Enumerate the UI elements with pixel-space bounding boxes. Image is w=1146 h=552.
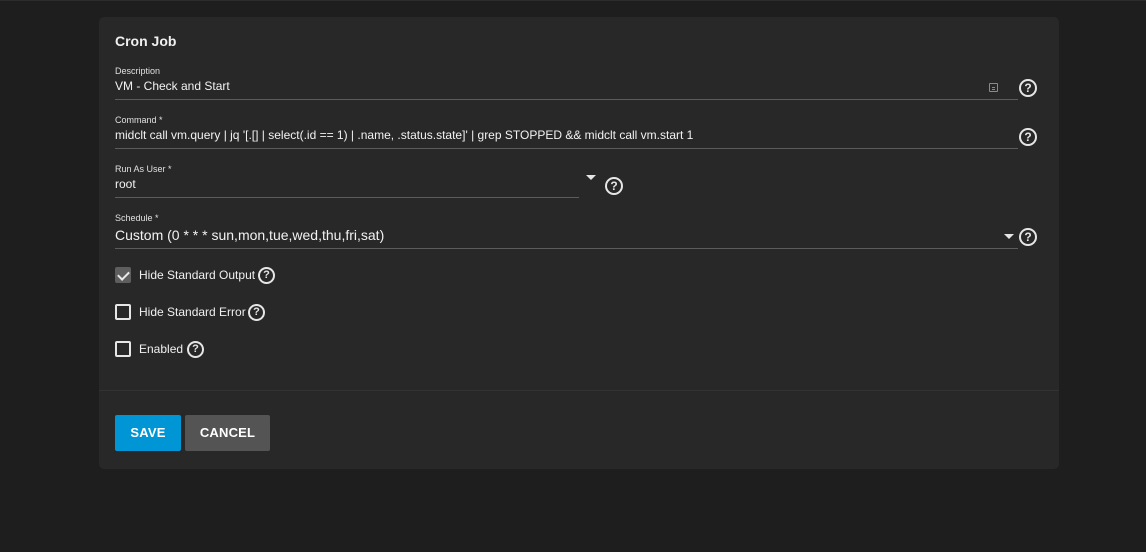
save-button[interactable]: SAVE	[115, 415, 181, 451]
description-input[interactable]: VM - Check and Start	[115, 79, 230, 93]
run-as-user-input[interactable]: root	[115, 177, 136, 191]
run-as-user-label: Run As User *	[115, 164, 172, 174]
hide-stderr-checkbox[interactable]	[115, 304, 131, 320]
description-help-icon[interactable]: ?	[1019, 79, 1037, 97]
enabled-row[interactable]: Enabled ?	[115, 341, 235, 359]
hide-stdout-label[interactable]: Hide Standard Output	[139, 268, 255, 282]
run-as-user-field[interactable]: Run As User * root ?	[115, 164, 635, 198]
hide-stderr-row[interactable]: Hide Standard Error ?	[115, 304, 295, 322]
description-underline	[115, 99, 1018, 100]
actions-divider	[99, 390, 1059, 391]
command-help-icon[interactable]: ?	[1019, 128, 1037, 146]
command-label: Command *	[115, 115, 163, 125]
command-field[interactable]: Command * midclt call vm.query | jq '[.[…	[115, 115, 1045, 149]
description-field[interactable]: Description VM - Check and Start ?	[115, 66, 1045, 100]
schedule-field[interactable]: Schedule * Custom (0 * * * sun,mon,tue,w…	[115, 213, 1045, 249]
hide-stderr-label[interactable]: Hide Standard Error	[139, 305, 246, 319]
hide-stdout-row[interactable]: Hide Standard Output ?	[115, 267, 295, 285]
schedule-underline	[115, 248, 1018, 249]
cron-job-form: Cron Job Description VM - Check and Star…	[99, 17, 1059, 469]
description-label: Description	[115, 66, 161, 76]
enabled-checkbox[interactable]	[115, 341, 131, 357]
enabled-help-icon[interactable]: ?	[187, 341, 204, 358]
enabled-label[interactable]: Enabled	[139, 342, 183, 356]
top-border	[0, 0, 1146, 1]
schedule-select[interactable]: Custom (0 * * * sun,mon,tue,wed,thu,fri,…	[115, 227, 384, 243]
schedule-dropdown-icon[interactable]	[1004, 234, 1014, 239]
hide-stdout-checkbox[interactable]	[115, 267, 131, 283]
hide-stdout-help-icon[interactable]: ?	[258, 267, 275, 284]
schedule-label: Schedule *	[115, 213, 159, 223]
schedule-help-icon[interactable]: ?	[1019, 228, 1037, 246]
command-underline	[115, 148, 1018, 149]
form-title: Cron Job	[115, 33, 177, 49]
command-input[interactable]: midclt call vm.query | jq '[.[] | select…	[115, 128, 693, 142]
run-as-user-underline	[115, 197, 579, 198]
text-format-icon	[989, 83, 998, 92]
run-as-user-dropdown-icon[interactable]	[586, 175, 596, 180]
hide-stderr-help-icon[interactable]: ?	[248, 304, 265, 321]
run-as-user-help-icon[interactable]: ?	[605, 177, 623, 195]
cancel-button[interactable]: CANCEL	[185, 415, 270, 451]
